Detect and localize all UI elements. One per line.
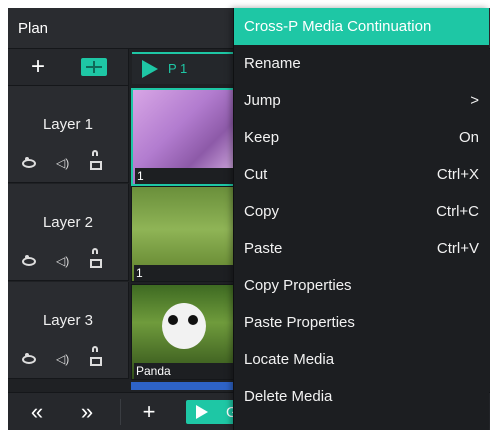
- menu-item-shortcut: Ctrl+X: [436, 166, 479, 183]
- menu-item-cut[interactable]: Cut Ctrl+X: [234, 156, 489, 193]
- speaker-icon[interactable]: ◁): [56, 352, 70, 366]
- menu-item-paste[interactable]: Paste Ctrl+V: [234, 230, 489, 267]
- layout-button[interactable]: [78, 53, 110, 81]
- menu-item-jump[interactable]: Jump >: [234, 82, 489, 119]
- plus-icon: +: [30, 53, 45, 80]
- layer-name: Layer 3: [42, 312, 94, 329]
- divider: [120, 399, 121, 425]
- lock-icon[interactable]: [90, 352, 104, 366]
- tab-p1-label: P 1: [168, 61, 188, 76]
- tab-p1[interactable]: P 1: [132, 52, 240, 84]
- menu-item-rename[interactable]: Rename: [234, 45, 489, 82]
- prev-button[interactable]: «: [20, 399, 54, 425]
- play-icon: [142, 60, 158, 78]
- context-menu: Cross-P Media Continuation Rename Jump >…: [233, 8, 489, 430]
- eye-icon[interactable]: [22, 254, 36, 268]
- add-layer-button[interactable]: +: [22, 53, 54, 81]
- layer-row[interactable]: Layer 3 ◁): [8, 282, 129, 379]
- panda-image: [162, 303, 206, 349]
- menu-item-shortcut: Ctrl+V: [436, 240, 479, 257]
- menu-item-cross-p-media-continuation[interactable]: Cross-P Media Continuation: [234, 8, 489, 45]
- layout-icon: [81, 58, 107, 76]
- eye-icon[interactable]: [22, 156, 36, 170]
- menu-item-label: Cut: [244, 166, 268, 183]
- play-icon: [196, 405, 208, 419]
- media-thumbnail[interactable]: Panda: [131, 284, 243, 380]
- menu-item-label: Paste: [244, 240, 283, 257]
- menu-item-label: Locate Media: [244, 351, 335, 368]
- menu-item-delete-media[interactable]: Delete Media: [234, 378, 489, 415]
- menu-item-label: Cross-P Media Continuation: [244, 18, 432, 35]
- media-thumbnail[interactable]: 1: [131, 88, 245, 186]
- menu-item-label: Copy: [244, 203, 280, 220]
- media-caption: Panda: [134, 363, 242, 379]
- menu-item-copy-properties[interactable]: Copy Properties: [234, 267, 489, 304]
- lock-icon[interactable]: [90, 254, 104, 268]
- menu-item-label: Keep: [244, 129, 280, 146]
- menu-item-paste-properties[interactable]: Paste Properties: [234, 304, 489, 341]
- next-button[interactable]: »: [70, 399, 104, 425]
- menu-item-shortcut: Ctrl+C: [436, 203, 479, 220]
- timeline-bar: [131, 382, 241, 390]
- menu-item-locate-media[interactable]: Locate Media: [234, 341, 489, 378]
- panel-title: Plan: [18, 20, 49, 37]
- lock-icon[interactable]: [90, 156, 104, 170]
- layer-name: Layer 2: [42, 214, 94, 231]
- menu-item-label: Paste Properties: [244, 314, 355, 331]
- menu-item-keep[interactable]: Keep On: [234, 119, 489, 156]
- speaker-icon[interactable]: ◁): [56, 156, 70, 170]
- speaker-icon[interactable]: ◁): [56, 254, 70, 268]
- menu-item-value: On: [458, 129, 479, 146]
- layer-toolbar: +: [8, 49, 129, 86]
- layer-row[interactable]: Layer 2 ◁): [8, 184, 129, 281]
- menu-item-label: Rename: [244, 55, 301, 72]
- menu-item-label: Jump: [244, 92, 281, 109]
- menu-item-copy[interactable]: Copy Ctrl+C: [234, 193, 489, 230]
- menu-item-label: Delete Media: [244, 388, 333, 405]
- media-caption: 1: [135, 168, 243, 184]
- add-page-button[interactable]: +: [132, 399, 166, 425]
- media-thumbnail[interactable]: 1: [131, 186, 243, 282]
- media-caption: 1: [134, 265, 242, 281]
- layer-row[interactable]: Layer 1 ◁): [8, 86, 129, 183]
- layer-name: Layer 1: [42, 116, 94, 133]
- eye-icon[interactable]: [22, 352, 36, 366]
- menu-item-label: Copy Properties: [244, 277, 352, 294]
- chevron-right-icon: >: [470, 92, 479, 109]
